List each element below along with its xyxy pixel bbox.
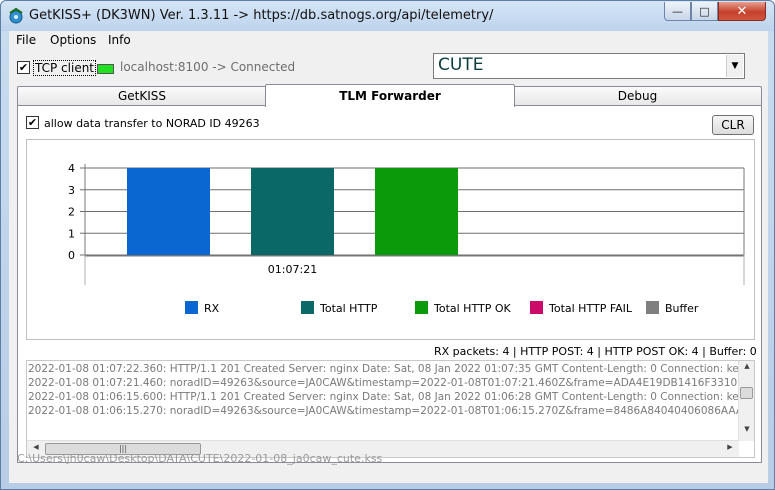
allow-transfer-checkbox[interactable]: ✔ bbox=[26, 116, 39, 129]
menu-options[interactable]: Options bbox=[50, 33, 96, 47]
legend-swatch bbox=[530, 301, 543, 314]
title-bar[interactable]: GetKISS+ (DK3WN) Ver. 1.3.11 -> https://… bbox=[1, 1, 774, 31]
y-tick-label: 2 bbox=[68, 206, 75, 219]
app-icon bbox=[9, 7, 23, 24]
window-title: GetKISS+ (DK3WN) Ver. 1.3.11 -> https://… bbox=[29, 8, 494, 23]
menu-file[interactable]: File bbox=[16, 33, 36, 47]
tab-getkiss[interactable]: GetKISS bbox=[17, 86, 267, 106]
bar-chart: 0 1 2 3 4 01:07:21 RX Total HTTP Total HTTP OK To… bbox=[68, 162, 745, 315]
tlm-forwarder-panel: ✔ allow data transfer to NORAD ID 49263 … bbox=[17, 105, 762, 463]
log-line: 2022-01-08 01:07:22.360: HTTP/1.1 201 Cr… bbox=[28, 363, 755, 375]
tab-strip: GetKISS TLM Forwarder Debug bbox=[17, 84, 762, 107]
menu-info[interactable]: Info bbox=[108, 33, 131, 47]
legend-label: Total HTTP FAIL bbox=[548, 302, 633, 315]
tab-tlm-forwarder[interactable]: TLM Forwarder bbox=[265, 84, 515, 107]
tcp-client-label[interactable]: TCP client bbox=[33, 60, 97, 76]
log-line: 2022-01-08 01:06:15.600: HTTP/1.1 201 Cr… bbox=[28, 391, 755, 403]
log-line: 2022-01-08 01:06:15.270: noradID=49263&s… bbox=[28, 405, 755, 417]
legend-label: Total HTTP OK bbox=[433, 302, 511, 315]
maximize-button[interactable]: □ bbox=[691, 2, 718, 21]
connection-status-led bbox=[97, 64, 114, 74]
loaded-file-path: C:\Users\jh0caw\Desktop\DATA\CUTE\2022-0… bbox=[17, 452, 383, 465]
minimize-button[interactable]: — bbox=[664, 2, 691, 21]
bar-rx bbox=[127, 168, 210, 255]
legend-swatch bbox=[646, 301, 659, 314]
x-category-label: 01:07:21 bbox=[268, 263, 317, 276]
legend-label: Total HTTP bbox=[319, 302, 378, 315]
bar-total-http-ok bbox=[375, 168, 458, 255]
scroll-down-icon[interactable]: ▼ bbox=[739, 425, 754, 439]
satellite-select-value: CUTE bbox=[438, 55, 484, 75]
log-textbox[interactable]: 2022-01-08 01:07:22.360: HTTP/1.1 201 Cr… bbox=[26, 360, 755, 458]
satellite-select[interactable]: CUTE ▼ bbox=[433, 53, 745, 79]
scroll-right-icon[interactable]: ▶ bbox=[723, 443, 737, 455]
close-button[interactable]: ✕ bbox=[718, 2, 766, 21]
clear-button[interactable]: CLR bbox=[712, 115, 754, 135]
statistics-summary: RX packets: 4 | HTTP POST: 4 | HTTP POST… bbox=[434, 345, 757, 358]
legend-label: Buffer bbox=[665, 302, 699, 315]
log-vertical-scrollbar[interactable]: ▲ ▼ bbox=[738, 361, 754, 441]
allow-transfer-label[interactable]: allow data transfer to NORAD ID 49263 bbox=[44, 117, 260, 130]
client-area: File Options Info ✔ TCP client localhost… bbox=[9, 31, 768, 483]
bar-total-http bbox=[251, 168, 334, 255]
chevron-down-icon[interactable]: ▼ bbox=[726, 55, 743, 77]
y-tick-label: 4 bbox=[68, 162, 75, 175]
y-tick-label: 1 bbox=[68, 227, 75, 240]
connection-status-text: localhost:8100 -> Connected bbox=[120, 60, 296, 74]
y-tick-label: 0 bbox=[68, 249, 75, 262]
tab-debug[interactable]: Debug bbox=[513, 86, 762, 106]
y-tick-label: 3 bbox=[68, 184, 75, 197]
legend-swatch bbox=[415, 301, 428, 314]
scroll-up-icon[interactable]: ▲ bbox=[739, 362, 754, 376]
legend-swatch bbox=[185, 301, 198, 314]
statistics-chart: 0 1 2 3 4 01:07:21 RX Total HTTP Total HTTP OK To… bbox=[26, 139, 755, 340]
tcp-client-checkbox[interactable]: ✔ bbox=[17, 61, 30, 74]
log-line: 2022-01-08 01:07:21.460: noradID=49263&s… bbox=[28, 377, 755, 389]
menu-bar: File Options Info bbox=[9, 31, 768, 51]
app-window: GetKISS+ (DK3WN) Ver. 1.3.11 -> https://… bbox=[0, 0, 775, 490]
vertical-scroll-thumb[interactable] bbox=[740, 387, 753, 399]
legend-label: RX bbox=[204, 302, 220, 315]
legend-swatch bbox=[301, 301, 314, 314]
